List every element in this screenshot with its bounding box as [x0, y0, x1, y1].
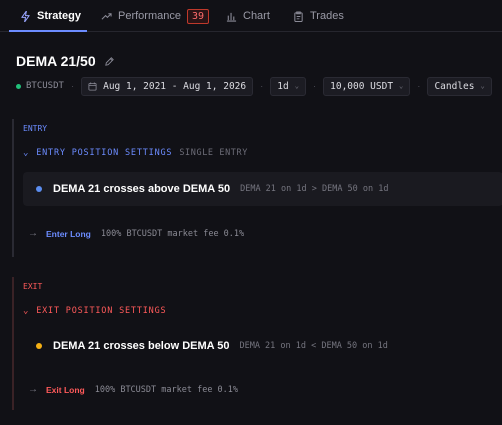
- chevron-down-icon: ⌄: [480, 82, 485, 90]
- pencil-icon[interactable]: [104, 56, 115, 67]
- capital-select[interactable]: 10,000 USDT ⌄: [323, 76, 411, 96]
- separator: ·: [312, 80, 317, 92]
- exit-label: EXIT: [23, 282, 43, 291]
- exit-action-description: 100% BTCUSDT market fee 0.1%: [94, 384, 239, 395]
- tab-chart[interactable]: Chart: [226, 0, 270, 32]
- strategy-name: DEMA 21/50: [16, 53, 96, 69]
- entry-action-description: 100% BTCUSDT market fee 0.1%: [100, 228, 245, 239]
- tab-label: Strategy: [37, 10, 82, 22]
- capital-value: 10,000 USDT: [330, 80, 394, 92]
- exit-settings-header: EXIT POSITION SETTINGS: [36, 306, 167, 316]
- strategy-title: DEMA 21/50: [16, 53, 115, 69]
- exit-action-name: Exit Long: [46, 384, 85, 395]
- separator: ·: [417, 80, 421, 92]
- chart-type-select[interactable]: Candles ⌄: [427, 76, 492, 96]
- date-range-value: Aug 1, 2021 - Aug 1, 2026: [103, 80, 247, 92]
- strategy-toolbar: BTCUSDT · Aug 1, 2021 - Aug 1, 2026 · 1d…: [16, 76, 492, 96]
- separator: ·: [70, 80, 75, 92]
- chevron-down-icon: ⌄: [23, 306, 30, 316]
- entry-label: ENTRY: [23, 124, 48, 133]
- exit-settings-toggle[interactable]: ⌄ EXIT POSITION SETTINGS: [23, 306, 166, 316]
- chevron-down-icon: ⌄: [399, 82, 404, 90]
- exit-condition-row[interactable]: DEMA 21 crosses below DEMA 50 DEMA 21 on…: [23, 329, 502, 363]
- entry-settings-header: ENTRY POSITION SETTINGS: [36, 148, 173, 158]
- trend-icon: [101, 12, 112, 20]
- separator: ·: [260, 80, 264, 92]
- tab-label: Performance: [118, 10, 181, 22]
- entry-section: ENTRY ⌄ ENTRY POSITION SETTINGS SINGLE E…: [12, 119, 502, 257]
- entry-condition-row[interactable]: DEMA 21 crosses above DEMA 50 DEMA 21 on…: [23, 172, 502, 206]
- entry-mode: SINGLE ENTRY: [179, 148, 248, 158]
- tab-label: Chart: [243, 10, 270, 22]
- entry-settings-toggle[interactable]: ⌄ ENTRY POSITION SETTINGS SINGLE ENTRY: [23, 148, 248, 158]
- chart-type-value: Candles: [434, 80, 475, 92]
- arrow-right-icon: →: [28, 384, 38, 395]
- interval-select[interactable]: 1d ⌄: [270, 76, 306, 96]
- entry-action-row[interactable]: → Enter Long 100% BTCUSDT market fee 0.1…: [28, 228, 244, 239]
- bar-chart-icon: [226, 12, 237, 22]
- tab-strategy[interactable]: Strategy: [20, 0, 81, 32]
- tab-label: Trades: [310, 10, 344, 22]
- lightning-icon: [21, 10, 30, 22]
- entry-condition-name: DEMA 21 crosses above DEMA 50: [53, 183, 231, 195]
- notification-badge: 39: [186, 8, 210, 24]
- exit-condition-expression: DEMA 21 on 1d < DEMA 50 on 1d: [239, 341, 388, 351]
- exit-condition-name: DEMA 21 crosses below DEMA 50: [53, 340, 230, 352]
- entry-bullet-dot: [36, 186, 42, 192]
- calendar-icon: [88, 81, 97, 91]
- active-tab-indicator: [9, 30, 87, 32]
- chevron-down-icon: ⌄: [23, 148, 30, 158]
- entry-condition-expression: DEMA 21 on 1d > DEMA 50 on 1d: [240, 184, 389, 194]
- exit-action-row[interactable]: → Exit Long 100% BTCUSDT market fee 0.1%: [28, 384, 238, 395]
- tab-performance[interactable]: Performance 39: [101, 0, 210, 32]
- tab-trades[interactable]: Trades: [293, 0, 344, 32]
- chevron-down-icon: ⌄: [294, 82, 299, 90]
- symbol-label: BTCUSDT: [26, 81, 64, 91]
- entry-action-name: Enter Long: [46, 228, 91, 239]
- date-range-picker[interactable]: Aug 1, 2021 - Aug 1, 2026: [81, 76, 254, 96]
- exit-bullet-dot: [36, 343, 42, 349]
- status-dot: [16, 83, 21, 89]
- clipboard-icon: [294, 10, 303, 22]
- exit-section: EXIT ⌄ EXIT POSITION SETTINGS DEMA 21 cr…: [12, 277, 502, 410]
- arrow-right-icon: →: [28, 228, 38, 239]
- tab-bar: Strategy Performance 39 Chart Trades: [0, 0, 502, 32]
- interval-value: 1d: [277, 80, 289, 92]
